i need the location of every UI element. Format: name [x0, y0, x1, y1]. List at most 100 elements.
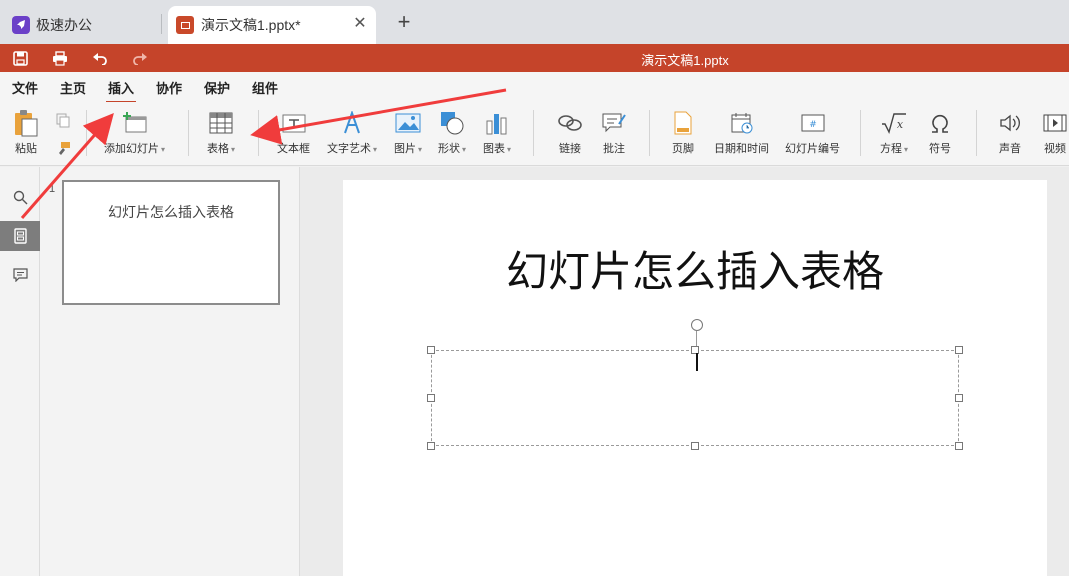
comment-button[interactable]: 批注	[601, 108, 627, 156]
chevron-down-icon: ▾	[462, 145, 467, 154]
image-icon	[395, 108, 421, 138]
link-button[interactable]: 链接	[557, 108, 583, 156]
resize-handle-right[interactable]	[955, 394, 963, 402]
comments-panel-button[interactable]	[0, 260, 40, 290]
text-cursor	[696, 353, 698, 371]
slide-title[interactable]: 幻灯片怎么插入表格	[343, 238, 1047, 299]
footer-icon	[673, 108, 693, 138]
ribbon-separator	[860, 110, 861, 156]
thumbnail-title: 幻灯片怎么插入表格	[108, 204, 234, 220]
resize-handle-bottom-left[interactable]	[427, 442, 435, 450]
rotate-connector	[696, 331, 697, 347]
video-label: 视频	[1044, 143, 1066, 155]
search-icon	[13, 190, 27, 204]
menu-insert[interactable]: 插入	[105, 78, 137, 103]
close-icon[interactable]: ✕	[352, 16, 368, 32]
ribbon-separator	[258, 110, 259, 156]
resize-handle-bottom-right[interactable]	[955, 442, 963, 450]
menu-file[interactable]: 文件	[12, 78, 38, 97]
svg-text:x: x	[897, 118, 904, 131]
tab-home-label: 极速办公	[36, 17, 92, 33]
slide-number-button[interactable]: # 幻灯片编号	[785, 108, 840, 156]
equation-button[interactable]: x 方程 ▾	[880, 108, 908, 156]
clipboard-icon	[12, 108, 40, 138]
chart-label: 图表	[483, 143, 505, 155]
thumbnail-number: 1	[49, 183, 56, 195]
speaker-icon	[999, 108, 1021, 138]
chevron-down-icon: ▾	[904, 145, 909, 154]
ribbon-separator	[533, 110, 534, 156]
square-root-icon: x	[881, 108, 907, 138]
redo-icon[interactable]	[131, 49, 149, 67]
image-label: 图片	[394, 143, 416, 155]
new-tab-button[interactable]: +	[393, 11, 415, 34]
chevron-down-icon: ▾	[231, 145, 236, 154]
tab-home[interactable]: 极速办公	[0, 6, 160, 44]
content-placeholder[interactable]	[427, 319, 963, 450]
copy-icon[interactable]	[54, 111, 72, 129]
ribbon-separator	[649, 110, 650, 156]
save-icon[interactable]	[11, 49, 29, 67]
menu-home[interactable]: 主页	[60, 78, 86, 97]
film-icon	[1043, 108, 1067, 138]
resize-handle-bottom[interactable]	[691, 442, 699, 450]
add-slide-icon	[122, 108, 148, 138]
tab-document[interactable]: 演示文稿1.pptx* ✕	[168, 6, 376, 44]
shape-button[interactable]: 形状 ▾	[438, 108, 466, 156]
slide-number-label: 幻灯片编号	[785, 143, 840, 155]
textbox-button[interactable]: 文本框	[277, 108, 310, 156]
format-painter-icon[interactable]	[54, 140, 72, 158]
resize-handle-left[interactable]	[427, 394, 435, 402]
ribbon-separator	[188, 110, 189, 156]
add-slide-button[interactable]: 添加幻灯片 ▾	[104, 108, 165, 156]
slide[interactable]: 幻灯片怎么插入表格	[343, 180, 1047, 576]
calendar-clock-icon	[730, 108, 754, 138]
table-button[interactable]: 表格 ▾	[207, 108, 235, 156]
bar-chart-icon	[485, 108, 509, 138]
datetime-button[interactable]: 日期和时间	[714, 108, 769, 156]
menu-collaborate[interactable]: 协作	[156, 78, 182, 97]
wordart-label: 文字艺术	[327, 143, 371, 155]
slide-thumbnail-panel: 1 幻灯片怎么插入表格	[40, 167, 300, 576]
slide-thumbnail[interactable]: 幻灯片怎么插入表格	[62, 180, 280, 305]
comment-icon	[601, 108, 627, 138]
datetime-label: 日期和时间	[714, 143, 769, 155]
audio-label: 声音	[999, 143, 1021, 155]
slide-number-icon: #	[800, 108, 826, 138]
undo-icon[interactable]	[91, 49, 109, 67]
menu-bar: 文件 主页 插入 协作 保护 组件	[0, 72, 1069, 103]
wordart-button[interactable]: 文字艺术 ▾	[327, 108, 377, 156]
slides-panel-button[interactable]	[0, 221, 40, 251]
editing-canvas: 幻灯片怎么插入表格	[300, 167, 1069, 576]
tab-document-label: 演示文稿1.pptx*	[201, 17, 301, 33]
ribbon-separator	[86, 110, 87, 156]
symbol-label: 符号	[929, 143, 951, 155]
ribbon-separator	[976, 110, 977, 156]
add-slide-label: 添加幻灯片	[104, 143, 159, 155]
comment-icon	[12, 268, 28, 282]
shape-icon	[439, 108, 465, 138]
chart-button[interactable]: 图表 ▾	[483, 108, 511, 156]
rocket-icon	[12, 16, 30, 34]
omega-icon	[929, 108, 951, 138]
wordart-icon	[341, 108, 363, 138]
paste-button[interactable]: 粘贴	[12, 108, 40, 156]
comment-label: 批注	[603, 143, 625, 155]
rotate-handle-icon[interactable]	[691, 319, 703, 331]
image-button[interactable]: 图片 ▾	[394, 108, 422, 156]
video-button[interactable]: 视频	[1043, 108, 1067, 156]
menu-protect[interactable]: 保护	[204, 78, 230, 97]
resize-handle-top-right[interactable]	[955, 346, 963, 354]
chevron-down-icon: ▾	[373, 145, 378, 154]
chevron-down-icon: ▾	[507, 145, 512, 154]
presentation-icon	[176, 16, 194, 34]
table-label: 表格	[207, 143, 229, 155]
audio-button[interactable]: 声音	[999, 108, 1021, 156]
resize-handle-top-left[interactable]	[427, 346, 435, 354]
symbol-button[interactable]: 符号	[929, 108, 951, 156]
menu-components[interactable]: 组件	[252, 78, 278, 97]
search-button[interactable]	[0, 182, 40, 212]
footer-button[interactable]: 页脚	[672, 108, 694, 156]
tab-separator	[161, 14, 162, 34]
print-icon[interactable]	[51, 49, 69, 67]
